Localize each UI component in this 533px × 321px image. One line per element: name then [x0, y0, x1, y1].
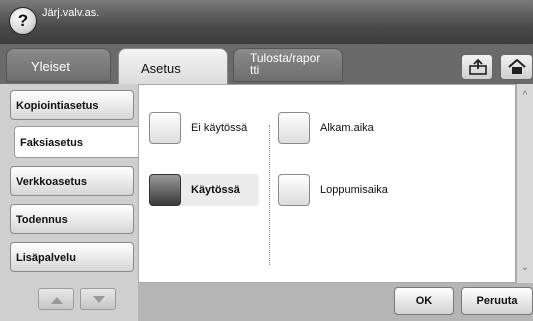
checkbox-off	[149, 112, 181, 144]
option-ei-kaytossa[interactable]: Ei käytössä	[149, 112, 269, 144]
tab-tulosta-raportti[interactable]: Tulosta/rapor tti	[233, 48, 343, 82]
page-title: Järj.valv.as.	[42, 7, 100, 19]
cancel-button[interactable]: Peruuta	[461, 287, 533, 315]
tab-yleiset[interactable]: Yleiset	[6, 48, 111, 82]
sidebar-item-label: Lisäpalvelu	[16, 252, 76, 264]
export-button[interactable]	[461, 54, 493, 80]
option-label: Alkam.aika	[320, 122, 374, 134]
tab-label: Tulosta/rapor tti	[250, 51, 321, 77]
printer-panel: ? Järj.valv.as. Yleiset Asetus Tulosta/r…	[0, 0, 533, 321]
home-button[interactable]	[500, 54, 533, 80]
sidebar-item-label: Verkkoasetus	[16, 176, 87, 188]
column-separator	[269, 125, 270, 265]
tab-label: Asetus	[141, 61, 181, 76]
sidebar-scroll-down-button[interactable]	[80, 288, 116, 310]
sidebar-item-verkkoasetus[interactable]: Verkkoasetus	[10, 166, 134, 196]
chevron-up-icon[interactable]: ^	[519, 90, 531, 102]
sidebar-item-label: Todennus	[16, 214, 68, 226]
sidebar-item-kopiointiasetus[interactable]: Kopiointiasetus	[10, 90, 134, 120]
ok-button[interactable]: OK	[394, 287, 454, 315]
checkbox-off	[278, 112, 310, 144]
option-alkam-aika[interactable]: Alkam.aika	[278, 112, 398, 144]
tab-asetus[interactable]: Asetus	[118, 48, 228, 84]
scroll-down-icon	[93, 296, 105, 303]
sidebar-item-label: Faksiasetus	[20, 137, 83, 149]
sidebar-item-lisapalvelu[interactable]: Lisäpalvelu	[10, 242, 134, 272]
sidebar-item-faksiasetus[interactable]: Faksiasetus	[14, 126, 138, 158]
settings-content: Ei käytössä Käytössä Alkam.aika Loppumis…	[138, 84, 516, 283]
sidebar-item-todennus[interactable]: Todennus	[10, 204, 134, 234]
option-label: Ei käytössä	[191, 122, 248, 134]
content-scrollbar[interactable]: ^ ⌄	[516, 84, 533, 283]
checkbox-off	[278, 174, 310, 206]
option-label: Käytössä	[191, 184, 240, 196]
help-button[interactable]: ?	[9, 7, 37, 35]
chevron-down-icon[interactable]: ⌄	[519, 262, 531, 274]
option-label: Loppumisaika	[320, 184, 388, 196]
checkbox-on	[149, 174, 181, 206]
option-kaytossa[interactable]: Käytössä	[149, 174, 259, 206]
sidebar-item-label: Kopiointiasetus	[16, 100, 99, 112]
sidebar-scroll-up-button[interactable]	[38, 288, 74, 310]
home-icon	[508, 59, 526, 74]
title-bar: ? Järj.valv.as.	[0, 0, 533, 44]
option-loppumisaika[interactable]: Loppumisaika	[278, 174, 398, 206]
help-icon: ?	[17, 11, 29, 30]
export-icon	[469, 59, 487, 75]
scroll-up-icon	[51, 297, 63, 304]
tab-label: Yleiset	[31, 59, 71, 74]
